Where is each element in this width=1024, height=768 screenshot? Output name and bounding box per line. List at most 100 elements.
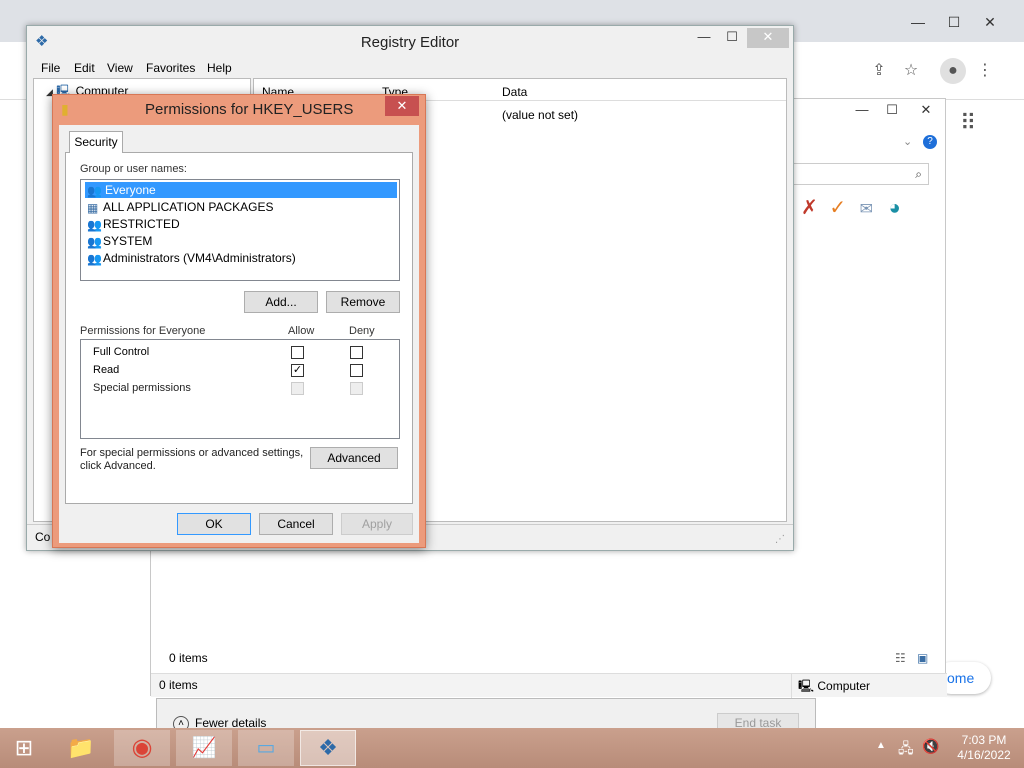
clock-date: 4/16/2022 <box>957 748 1011 762</box>
chrome-pill-label: ome <box>947 670 975 686</box>
permissions-title: Permissions for HKEY_USERS <box>145 101 354 118</box>
chrome-menu-icon[interactable]: ⋮ <box>974 60 996 80</box>
deny-header: Deny <box>349 325 375 337</box>
chevron-down-icon[interactable]: ⌄ <box>903 135 912 148</box>
explorer-maximize-button[interactable]: ☐ <box>879 101 905 121</box>
large-icons-view-icon[interactable]: ▣ <box>917 651 928 665</box>
special-allow-checkbox <box>291 382 304 395</box>
envelope-icon[interactable]: ✉ <box>860 201 873 218</box>
share-icon[interactable]: ⇪ <box>868 60 890 80</box>
security-tab-panel: Group or user names: 👥 Everyone ▦ ALL APPL… <box>65 152 413 504</box>
explorer-status-items: 0 items <box>159 678 198 692</box>
explorer-caption: — ☐ ✕ <box>791 99 947 127</box>
folder-icon: ▮ <box>61 101 69 117</box>
group-names-label: Group or user names: <box>80 163 187 175</box>
registry-title: Registry Editor <box>360 34 460 51</box>
chrome-taskbar-icon[interactable]: ◉ <box>114 730 170 766</box>
explorer-close-button[interactable]: ✕ <box>909 101 943 121</box>
task-manager-taskbar-icon[interactable]: 📈 <box>176 730 232 766</box>
chrome-close-button[interactable]: ✕ <box>976 10 1004 34</box>
explorer-status-bar: 0 items 🖳 Computer <box>151 673 947 698</box>
menu-view[interactable]: View <box>107 61 133 75</box>
menu-favorites[interactable]: Favorites <box>146 61 195 75</box>
help-icon[interactable]: ? <box>923 135 937 149</box>
resize-grip-icon[interactable]: ⋰ <box>775 534 785 545</box>
advanced-button[interactable]: Advanced <box>310 447 398 469</box>
cancel-button[interactable]: Cancel <box>259 513 333 535</box>
explorer-search-input[interactable]: ⌕ <box>793 163 929 185</box>
special-permissions-note: For special permissions or advanced sett… <box>80 447 304 472</box>
value-data-cell[interactable]: (value not set) <box>502 108 578 122</box>
permissions-title-bar[interactable]: ▮ Permissions for HKEY_USERS ✕ <box>53 95 425 125</box>
explorer-action-icons: ✗ ✓ ✉ ◕ <box>801 195 901 220</box>
registry-maximize-button[interactable]: ☐ <box>719 28 745 48</box>
registry-menu-bar: File Edit View Favorites Help <box>27 58 793 78</box>
chrome-minimize-button[interactable]: — <box>904 10 932 34</box>
clock-time: 7:03 PM <box>961 733 1007 747</box>
permissions-for-label: Permissions for Everyone <box>80 325 206 337</box>
search-icon: ⌕ <box>915 167 922 181</box>
ok-button[interactable]: OK <box>177 513 251 535</box>
group-item-label: ALL APPLICATION PACKAGES <box>103 200 274 214</box>
taskbar: ⊞ 📁 ◉ 📈 ▭ ❖ ▲ 🖧 🔇 7:03 PM 4/16/2022 <box>0 728 1024 768</box>
permissions-body: Security Group or user names: 👥 Everyone … <box>59 125 419 543</box>
chrome-maximize-button[interactable]: ☐ <box>940 10 968 34</box>
registry-close-button[interactable]: ✕ <box>747 28 789 48</box>
group-item-everyone[interactable]: 👥 Everyone <box>85 182 397 198</box>
group-item-all-application-packages[interactable]: ▦ ALL APPLICATION PACKAGES <box>85 199 397 215</box>
permission-read-label: Read <box>93 364 120 376</box>
clock[interactable]: 7:03 PM 4/16/2022 <box>952 733 1016 763</box>
permissions-list: Full Control Read ✓ Special permissions <box>80 339 400 439</box>
group-item-label: Everyone <box>103 183 158 197</box>
column-data[interactable]: Data <box>502 85 527 99</box>
details-view-icon[interactable]: ☷ <box>895 651 906 665</box>
group-item-administrators[interactable]: 👥 Administrators (VM4\Administrators) <box>85 250 397 266</box>
registry-title-bar[interactable]: ❖ Registry Editor — ☐ ✕ <box>27 26 793 58</box>
read-deny-checkbox[interactable] <box>350 364 363 377</box>
full-control-deny-checkbox[interactable] <box>350 346 363 359</box>
explorer-status-computer-label: Computer <box>817 679 871 693</box>
app-packages-icon: ▦ <box>87 201 99 215</box>
group-item-label: SYSTEM <box>103 234 153 248</box>
explorer-status-computer: 🖳 Computer <box>791 674 870 698</box>
group-item-label: RESTRICTED <box>103 217 180 231</box>
task-manager-window: ˄ Fewer details End task <box>156 698 816 733</box>
registry-editor-taskbar-icon[interactable]: ❖ <box>300 730 356 766</box>
volume-muted-icon[interactable]: 🔇 <box>922 738 939 755</box>
explorer-minimize-button[interactable]: — <box>849 101 875 121</box>
tab-security[interactable]: Security <box>69 131 123 153</box>
permissions-dialog: ▮ Permissions for HKEY_USERS ✕ Security … <box>52 94 426 548</box>
group-item-system[interactable]: 👥 SYSTEM <box>85 233 397 249</box>
add-button[interactable]: Add... <box>244 291 318 313</box>
computer-icon: 🖳 <box>798 679 815 693</box>
users-icon: 👥 <box>87 235 102 249</box>
menu-file[interactable]: File <box>41 61 60 75</box>
group-item-restricted[interactable]: 👥 RESTRICTED <box>85 216 397 232</box>
users-icon: 👥 <box>87 184 102 198</box>
show-hidden-icons-icon[interactable]: ▲ <box>876 740 886 751</box>
bookmark-star-icon[interactable]: ☆ <box>900 60 922 80</box>
apps-grid-icon[interactable]: ⠿ <box>960 110 976 136</box>
menu-edit[interactable]: Edit <box>74 61 95 75</box>
check-icon[interactable]: ✓ <box>829 197 846 219</box>
permission-full-control-label: Full Control <box>93 346 150 358</box>
special-deny-checkbox <box>350 382 363 395</box>
shell-icon[interactable]: ◕ <box>889 197 901 219</box>
permissions-close-button[interactable]: ✕ <box>385 96 419 116</box>
registry-minimize-button[interactable]: — <box>691 28 717 48</box>
remote-desktop-taskbar-icon[interactable]: ▭ <box>238 730 294 766</box>
file-explorer-icon[interactable]: 📁 <box>54 730 108 766</box>
start-windows-icon[interactable]: ⊞ <box>8 734 40 762</box>
profile-avatar-icon[interactable]: ● <box>940 58 966 84</box>
group-item-label: Administrators (VM4\Administrators) <box>103 251 296 265</box>
remove-button[interactable]: Remove <box>326 291 400 313</box>
explorer-items-count: 0 items <box>169 651 208 665</box>
permission-special-label: Special permissions <box>93 382 191 394</box>
network-icon[interactable]: 🖧 <box>898 738 914 762</box>
delete-x-icon[interactable]: ✗ <box>801 197 818 219</box>
full-control-allow-checkbox[interactable] <box>291 346 304 359</box>
users-icon: 👥 <box>87 252 102 266</box>
menu-help[interactable]: Help <box>207 61 232 75</box>
read-allow-checkbox[interactable]: ✓ <box>291 364 304 377</box>
apply-button: Apply <box>341 513 413 535</box>
